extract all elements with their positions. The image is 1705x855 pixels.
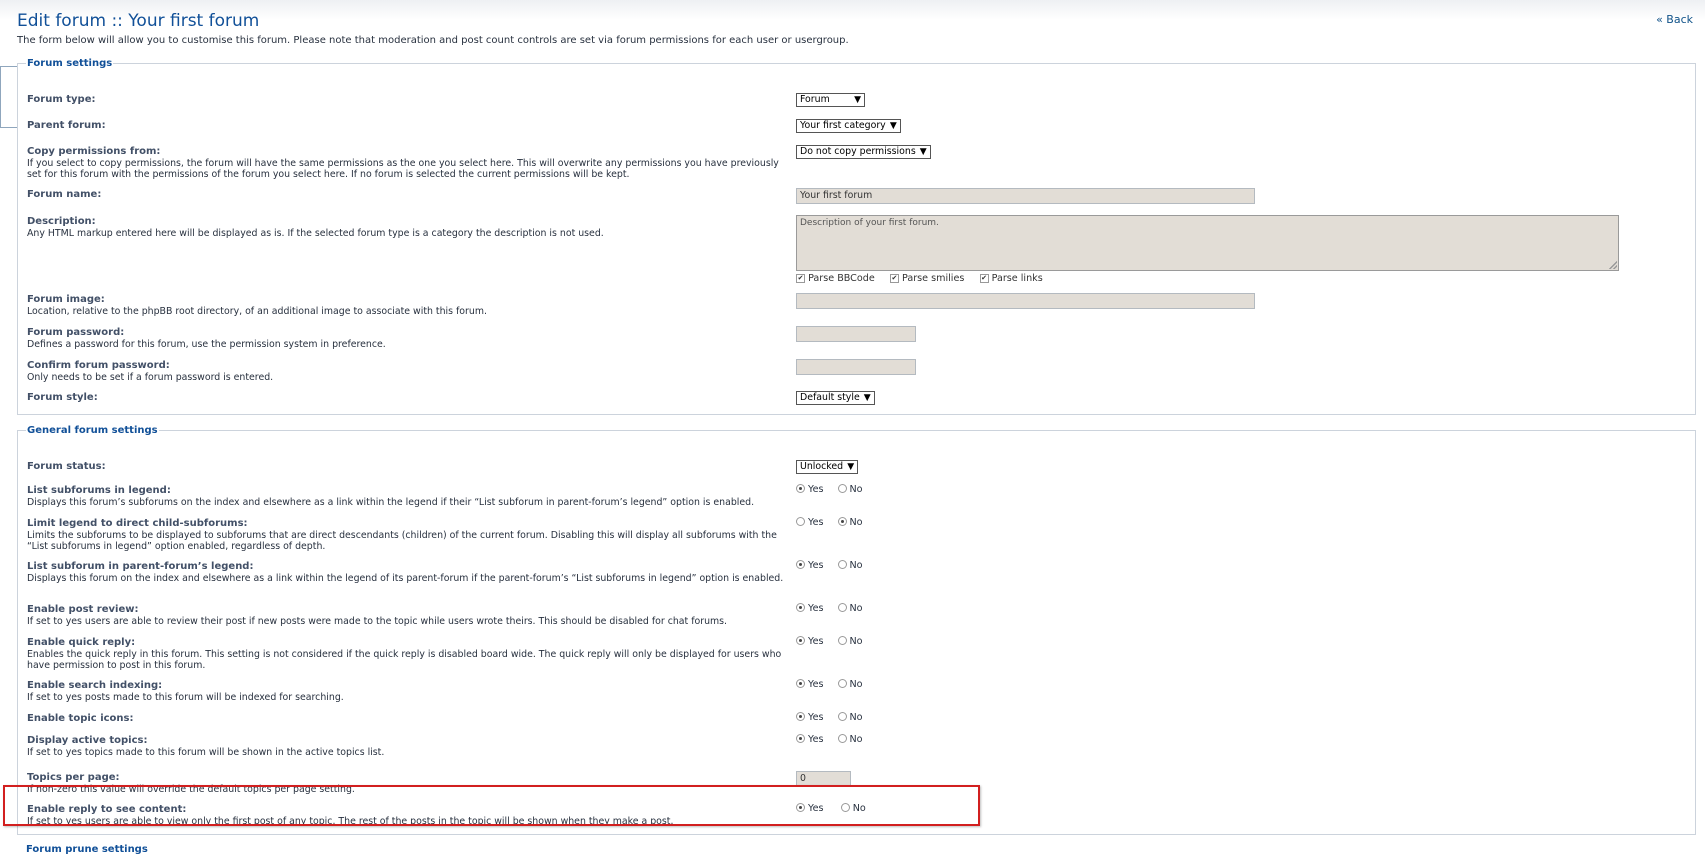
- back-link[interactable]: « Back: [1656, 13, 1693, 26]
- chevron-down-icon: ▼: [847, 462, 855, 472]
- no-radio[interactable]: [837, 603, 847, 612]
- yes-radio[interactable]: [796, 484, 805, 493]
- copy-permissions-explain: If you select to copy permissions, the f…: [27, 158, 779, 180]
- setting-explain: If set to yes posts made to this forum w…: [27, 692, 344, 703]
- forum-status-select[interactable]: Unlocked ▼: [796, 460, 859, 474]
- setting-label: Enable quick reply:: [27, 637, 136, 648]
- highlight-box: [3, 785, 980, 826]
- forum-type-label: Forum type:: [27, 94, 96, 105]
- no-radio[interactable]: [837, 679, 847, 688]
- setting-explain: Enables the quick reply in this forum. T…: [27, 649, 782, 671]
- forum-settings-fieldset: Forum settings Forum type: Forum ▼ Parent…: [17, 58, 1696, 415]
- chevron-down-icon: ▼: [863, 393, 871, 403]
- yes-radio[interactable]: [796, 603, 805, 612]
- setting-label: List subforum in parent-forum’s legend:: [27, 561, 254, 572]
- topics-per-page-label: Topics per page:: [27, 772, 120, 783]
- prune-settings-legend: Forum prune settings: [26, 844, 148, 855]
- copy-permissions-label: Copy permissions from:: [27, 146, 161, 157]
- forum-name-label: Forum name:: [27, 189, 102, 200]
- no-radio[interactable]: [837, 517, 847, 526]
- confirm-password-label: Confirm forum password:: [27, 360, 170, 371]
- forum-password-explain: Defines a password for this forum, use t…: [27, 339, 386, 350]
- no-radio[interactable]: [837, 560, 847, 569]
- chevron-down-icon: ▼: [889, 121, 897, 131]
- forum-style-select[interactable]: Default style ▼: [796, 391, 875, 405]
- description-label: Description:: [27, 216, 96, 227]
- yes-radio[interactable]: [796, 734, 805, 743]
- no-radio[interactable]: [837, 734, 847, 743]
- yes-radio[interactable]: [796, 712, 805, 721]
- no-radio[interactable]: [837, 712, 847, 721]
- setting-explain: Displays this forum’s subforums on the i…: [27, 497, 755, 508]
- setting-label: Enable topic icons:: [27, 713, 134, 724]
- description-textarea[interactable]: Description of your first forum.: [796, 215, 1619, 271]
- left-divider: [0, 66, 1, 128]
- forum-type-select[interactable]: Forum ▼: [796, 93, 865, 107]
- copy-permissions-select[interactable]: Do not copy permissions ▼: [796, 145, 931, 159]
- setting-explain: If set to yes users are able to review t…: [27, 616, 728, 627]
- parse-links-option[interactable]: ✔ Parse links: [979, 273, 1043, 284]
- forum-name-input[interactable]: Your first forum: [796, 188, 1255, 204]
- page-intro: The form below will allow you to customi…: [17, 35, 849, 46]
- yes-radio[interactable]: [796, 679, 805, 688]
- general-settings-legend: General forum settings: [27, 425, 158, 436]
- parent-forum-select[interactable]: Your first category ▼: [796, 119, 901, 133]
- forum-password-label: Forum password:: [27, 327, 125, 338]
- parent-forum-label: Parent forum:: [27, 120, 106, 131]
- forum-image-input[interactable]: [796, 293, 1255, 309]
- setting-label: List subforums in legend:: [27, 485, 171, 496]
- confirm-password-explain: Only needs to be set if a forum password…: [27, 372, 274, 383]
- page-title: Edit forum :: Your first forum: [17, 11, 260, 31]
- forum-image-label: Forum image:: [27, 294, 105, 305]
- forum-settings-legend: Forum settings: [27, 58, 113, 69]
- general-settings-fieldset: General forum settings Forum status: Unl…: [17, 425, 1696, 835]
- checkbox-checked-icon[interactable]: ✔: [796, 274, 805, 283]
- forum-password-input[interactable]: [796, 326, 916, 342]
- checkbox-checked-icon[interactable]: ✔: [979, 274, 989, 283]
- no-radio[interactable]: [837, 636, 847, 645]
- setting-label: Enable search indexing:: [27, 680, 163, 691]
- setting-explain: Displays this forum on the index and els…: [27, 573, 784, 584]
- chevron-down-icon: ▼: [919, 147, 927, 157]
- resize-grip-icon[interactable]: [1609, 261, 1617, 269]
- yes-radio[interactable]: [796, 560, 805, 569]
- setting-label: Display active topics:: [27, 735, 148, 746]
- checkbox-checked-icon[interactable]: ✔: [889, 274, 899, 283]
- parse-bbcode-option[interactable]: ✔ Parse BBCode: [796, 273, 875, 284]
- description-explain: Any HTML markup entered here will be dis…: [27, 228, 604, 239]
- no-radio[interactable]: [837, 484, 847, 493]
- forum-image-explain: Location, relative to the phpBB root dir…: [27, 306, 487, 317]
- yes-radio[interactable]: [796, 636, 805, 645]
- forum-style-label: Forum style:: [27, 392, 98, 403]
- left-divider: [0, 66, 17, 67]
- setting-label: Limit legend to direct child-subforums:: [27, 518, 248, 529]
- left-divider: [0, 127, 17, 128]
- yes-radio[interactable]: [796, 517, 805, 526]
- parse-smilies-option[interactable]: ✔ Parse smilies: [889, 273, 964, 284]
- confirm-password-input[interactable]: [796, 359, 916, 375]
- setting-explain: If set to yes topics made to this forum …: [27, 747, 385, 758]
- setting-explain: Limits the subforums to be displayed to …: [27, 530, 777, 552]
- setting-label: Enable post review:: [27, 604, 139, 615]
- chevron-down-icon: ▼: [854, 95, 861, 105]
- forum-status-label: Forum status:: [27, 461, 106, 472]
